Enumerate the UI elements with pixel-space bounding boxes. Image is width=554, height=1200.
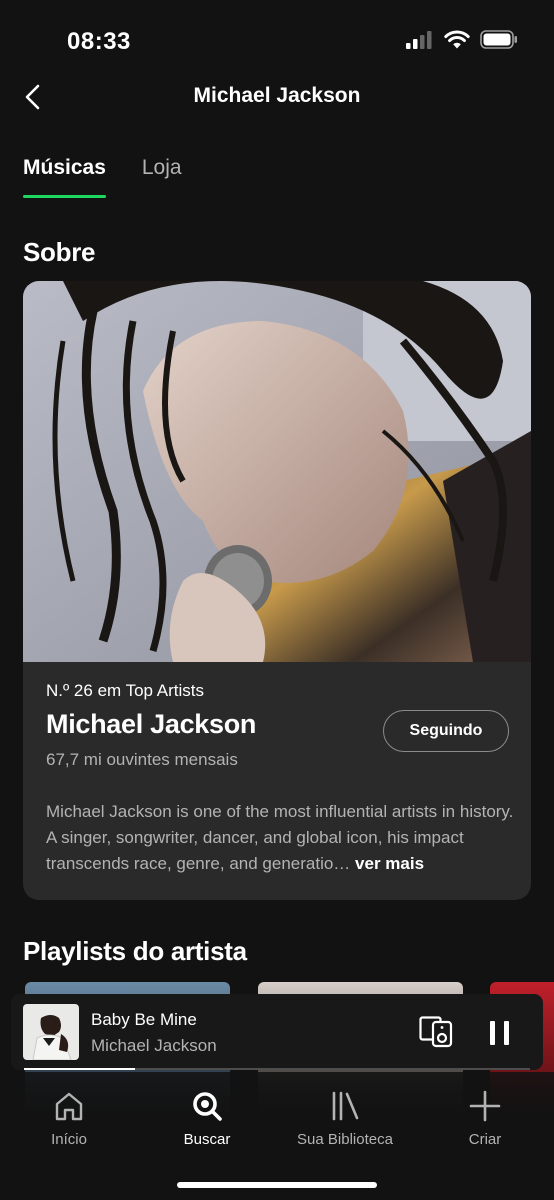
tab-songs[interactable]: Músicas <box>23 156 106 198</box>
now-playing-bar[interactable]: Baby Be Mine Michael Jackson <box>11 994 543 1070</box>
battery-icon <box>480 30 517 49</box>
track-title: Baby Be Mine <box>91 1010 197 1029</box>
nav-home[interactable]: Início <box>14 1090 124 1148</box>
nav-library[interactable]: Sua Biblioteca <box>290 1090 400 1148</box>
cellular-signal-icon <box>406 30 432 49</box>
album-cover <box>23 1004 79 1060</box>
page-title: Michael Jackson <box>193 84 361 107</box>
artist-rank: N.º 26 em Top Artists <box>46 681 205 700</box>
playback-progress <box>24 1068 530 1070</box>
playlists-section-title: Playlists do artista <box>23 936 247 966</box>
nav-search-label: Buscar <box>183 1131 231 1148</box>
about-section-title: Sobre <box>23 237 96 267</box>
home-indicator <box>177 1182 377 1188</box>
nav-home-label: Início <box>51 1131 87 1148</box>
library-icon <box>332 1091 359 1121</box>
home-icon <box>55 1092 83 1121</box>
about-card[interactable]: N.º 26 em Top Artists Michael Jackson 67… <box>23 281 531 900</box>
bio-text: Michael Jackson is one of the most influ… <box>46 802 514 873</box>
speaker-device-icon <box>419 1016 453 1048</box>
tab-bar: Músicas Loja <box>23 156 182 200</box>
track-artist: Michael Jackson <box>91 1036 217 1055</box>
see-more-link[interactable]: ver mais <box>355 854 424 873</box>
artist-photo <box>23 281 531 662</box>
search-icon <box>193 1092 222 1121</box>
plus-icon <box>469 1090 501 1122</box>
status-bar: 08:33 <box>0 0 554 80</box>
playback-progress-fill <box>24 1068 136 1070</box>
pause-button[interactable] <box>486 1018 514 1048</box>
nav-create-label: Criar <box>468 1131 502 1148</box>
artist-bio: Michael Jackson is one of the most influ… <box>46 799 516 877</box>
connect-device-button[interactable] <box>419 1016 455 1048</box>
wifi-icon <box>444 30 470 49</box>
bottom-navigation: Início Buscar Sua Biblioteca Criar <box>0 1072 554 1200</box>
monthly-listeners: 67,7 mi ouvintes mensais <box>46 750 238 769</box>
nav-create[interactable]: Criar <box>430 1090 540 1148</box>
status-time: 08:33 <box>67 28 131 55</box>
tab-store[interactable]: Loja <box>142 156 182 198</box>
pause-icon <box>490 1021 509 1045</box>
nav-library-label: Sua Biblioteca <box>297 1131 393 1148</box>
following-button[interactable]: Seguindo <box>383 710 509 752</box>
top-bar: Michael Jackson <box>0 70 554 124</box>
nav-search[interactable]: Buscar <box>152 1090 262 1148</box>
